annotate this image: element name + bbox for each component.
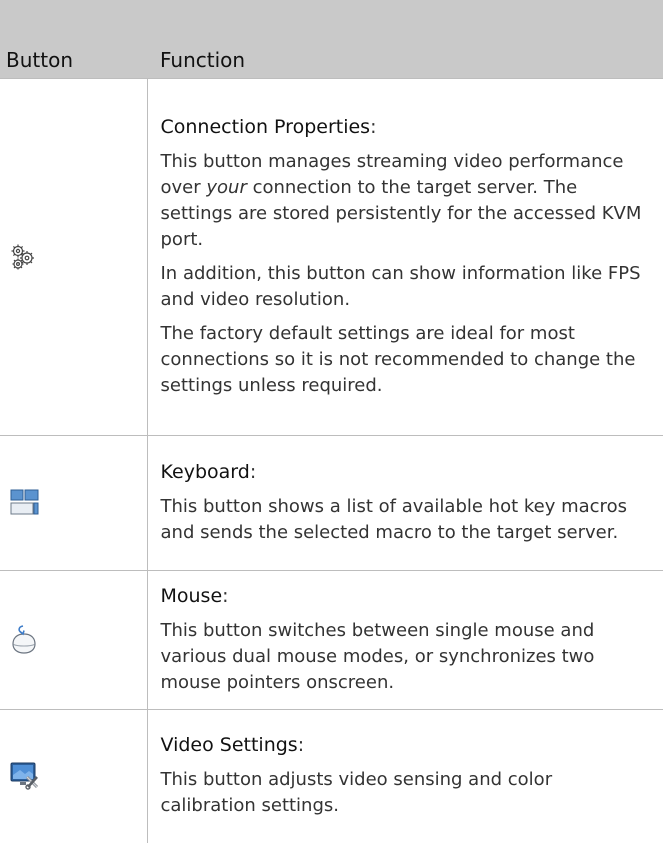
function-title-colon: : [297, 734, 305, 757]
function-title: Video Settings: [161, 733, 654, 757]
video-settings-icon [10, 761, 147, 791]
function-title-colon: : [249, 461, 257, 483]
function-title-text: Connection Properties [160, 116, 371, 138]
table-row-video-settings: Video Settings: This button adjusts vide… [0, 709, 663, 843]
icon-cell [0, 709, 148, 843]
connection-properties-gear-icon [10, 243, 147, 271]
button-function-table: Button Function Connection Properties: T… [0, 0, 663, 843]
keyboard-icon [10, 489, 147, 517]
function-description: In addition, this button can show inform… [160, 263, 641, 310]
function-title-text: Mouse [160, 585, 223, 607]
table-row-mouse: Mouse: This button switches between sing… [0, 570, 663, 710]
function-title-text: Keyboard [160, 461, 250, 483]
table-row-connection-properties: Connection Properties: This button manag… [0, 78, 663, 436]
table-row-keyboard: Keyboard: This button shows a list of av… [0, 435, 663, 571]
function-title-text: Video Settings [160, 734, 298, 757]
column-header-button: Button [0, 0, 147, 79]
function-description: This button switches between single mous… [160, 620, 595, 693]
mouse-icon [10, 625, 147, 655]
table-header-row: Button Function [0, 0, 663, 79]
function-title: Connection Properties: [161, 115, 654, 139]
icon-cell [0, 435, 148, 571]
function-title-colon: : [370, 116, 377, 138]
function-title-colon: : [222, 585, 229, 607]
function-description: This button manages streaming video perf… [161, 149, 654, 253]
function-description: This button shows a list of available ho… [160, 496, 627, 543]
function-cell: Keyboard: This button shows a list of av… [146, 435, 663, 571]
function-description: This button adjusts video sensing and co… [160, 769, 553, 817]
function-description: The factory default settings are ideal f… [160, 323, 636, 396]
function-cell: Mouse: This button switches between sing… [146, 570, 663, 710]
icon-cell [0, 570, 148, 710]
icon-cell [0, 78, 148, 436]
function-cell: Video Settings: This button adjusts vide… [146, 709, 663, 843]
function-title: Keyboard: [161, 460, 654, 484]
column-header-function: Function [147, 0, 663, 79]
description-emphasis: your [206, 177, 247, 198]
function-title: Mouse: [161, 584, 654, 608]
function-cell: Connection Properties: This button manag… [146, 78, 663, 436]
